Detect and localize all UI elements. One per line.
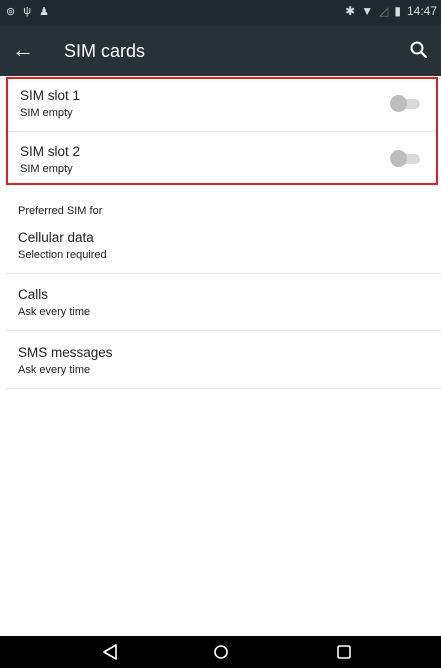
sim-slot-1-title: SIM slot 1: [20, 88, 81, 103]
divider: [6, 273, 441, 274]
preferred-sim-header: Preferred SIM for: [18, 205, 103, 217]
sim-slot-1-row[interactable]: SIM slot 1 SIM empty: [8, 79, 436, 131]
status-notifications: ⊚ ψ ♟: [6, 5, 49, 18]
sim-slot-1-toggle[interactable]: [390, 94, 424, 114]
status-system: ✱ ▼ ◿ ▮ 14:47: [345, 4, 437, 18]
app-bar: ← SIM cards: [0, 26, 441, 76]
no-signal-icon: ◿: [379, 4, 389, 18]
toggle-thumb: [390, 150, 407, 167]
sms-messages-title: SMS messages: [18, 345, 113, 360]
toggle-thumb: [390, 95, 407, 112]
sim-slot-2-toggle[interactable]: [390, 149, 424, 169]
back-triangle-icon[interactable]: [100, 643, 120, 661]
sim-slot-1-status: SIM empty: [20, 107, 73, 119]
cellular-data-title: Cellular data: [18, 230, 94, 245]
cellular-data-subtitle: Selection required: [18, 249, 107, 261]
bluetooth-icon: ✱: [345, 4, 356, 18]
sim-slot-2-title: SIM slot 2: [20, 144, 81, 159]
sim-slot-2-status: SIM empty: [20, 163, 73, 175]
notification-icon: ⊚: [6, 6, 16, 18]
divider: [6, 388, 441, 389]
sms-messages-item[interactable]: SMS messages Ask every time: [0, 345, 441, 389]
search-icon[interactable]: [409, 40, 429, 60]
sim-slots-group: SIM slot 1 SIM empty SIM slot 2 SIM empt…: [6, 77, 438, 185]
arrow-left-icon[interactable]: ←: [12, 37, 34, 63]
cellular-data-item[interactable]: Cellular data Selection required: [0, 230, 441, 274]
status-time: 14:47: [406, 4, 437, 18]
sim-slot-2-row[interactable]: SIM slot 2 SIM empty: [8, 132, 436, 183]
sms-messages-subtitle: Ask every time: [18, 364, 91, 376]
status-bar: ⊚ ψ ♟ ✱ ▼ ◿ ▮ 14:47: [0, 0, 441, 26]
calls-title: Calls: [18, 287, 49, 302]
divider: [6, 330, 441, 331]
page-title: SIM cards: [64, 41, 146, 61]
android-icon: ♟: [39, 6, 49, 18]
calls-item[interactable]: Calls Ask every time: [0, 287, 441, 331]
wifi-icon: ▼: [361, 4, 374, 18]
navigation-bar: [0, 636, 441, 668]
usb-icon: ψ: [23, 5, 32, 17]
recents-square-icon[interactable]: [334, 643, 354, 661]
home-circle-icon[interactable]: [211, 643, 231, 661]
battery-icon: ▮: [394, 4, 401, 18]
calls-subtitle: Ask every time: [18, 306, 91, 318]
